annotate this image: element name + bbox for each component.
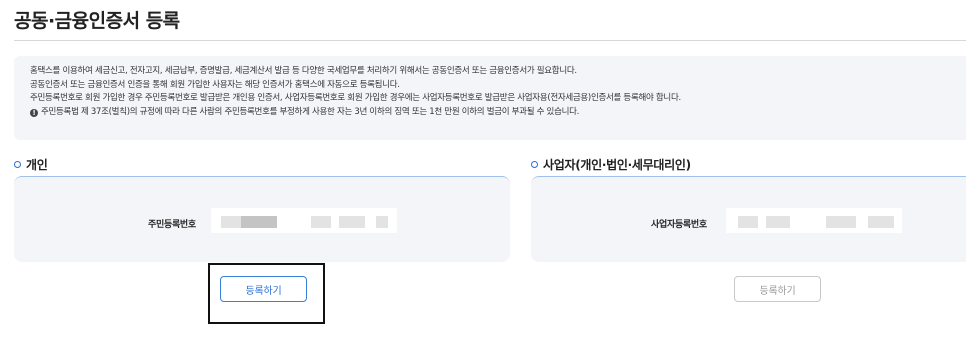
- bullet-circle-icon: [531, 161, 538, 168]
- business-register-button[interactable]: 등록하기: [734, 276, 821, 302]
- business-number-label: 사업자등록번호: [651, 220, 707, 230]
- notice-warning: ! 주민등록법 제 37조(벌칙)의 규정에 따라 다른 사람의 주민등록번호를 …: [30, 106, 966, 120]
- masked-digits: [738, 216, 758, 228]
- individual-title-text: 개인: [26, 158, 48, 172]
- notice-line: 공동인증서 또는 금융인증서 인증을 통해 회원 가입한 사용자는 해당 인증서…: [30, 79, 400, 90]
- notice-warning-text: 주민등록법 제 37조(벌칙)의 규정에 따라 다른 사람의 주민등록번호를 부…: [41, 106, 580, 117]
- individual-panel: 주민등록번호: [14, 176, 510, 262]
- notice-box: 홈택스를 이용하여 세금신고, 전자고지, 세금납부, 증명발급, 세금계산서 …: [14, 56, 966, 140]
- masked-digits: [311, 216, 331, 228]
- masked-digits: [868, 216, 894, 228]
- business-title-text: 사업자(개인·법인·세무대리인): [543, 158, 691, 172]
- masked-digits: [826, 216, 856, 228]
- title-divider: [14, 40, 966, 41]
- business-panel: 사업자등록번호: [531, 176, 966, 262]
- masked-digits: [376, 216, 388, 228]
- warning-icon: !: [30, 108, 38, 117]
- business-section-title: 사업자(개인·법인·세무대리인): [531, 156, 691, 173]
- masked-digits: [241, 216, 277, 228]
- bullet-circle-icon: [14, 161, 21, 168]
- masked-digits: [766, 216, 790, 228]
- highlight-frame: [208, 263, 325, 324]
- resident-number-field[interactable]: [211, 208, 397, 233]
- business-number-field[interactable]: [726, 208, 902, 233]
- notice-line: 주민등록번호로 회원 가입한 경우 주민등록번호로 발급받은 개인용 인증서, …: [30, 93, 681, 104]
- masked-digits: [221, 216, 241, 228]
- notice-line: 홈택스를 이용하여 세금신고, 전자고지, 세금납부, 증명발급, 세금계산서 …: [30, 66, 577, 76]
- page-title: 공동·금융인증서 등록: [14, 10, 180, 32]
- resident-number-label: 주민등록번호: [148, 220, 196, 230]
- masked-digits: [339, 216, 365, 228]
- individual-section-title: 개인: [14, 156, 48, 173]
